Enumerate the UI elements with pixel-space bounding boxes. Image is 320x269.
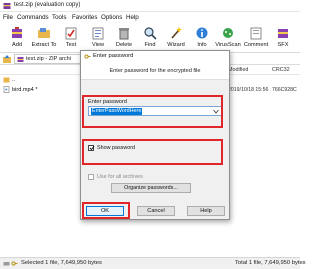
dialog-subtitle: Enter password for the encrypted file (109, 68, 201, 74)
enter-password-dialog: Enter password Enter password for the en… (80, 50, 230, 220)
info-icon (196, 27, 208, 39)
winrar-app-icon (3, 3, 11, 9)
folder-icon (3, 77, 10, 83)
menu-favorites[interactable]: Favorites (72, 14, 97, 21)
video-file-icon (3, 86, 10, 93)
up-folder-icon[interactable] (2, 54, 12, 64)
menu-help[interactable]: Help (126, 14, 139, 21)
highlight-show-password (82, 139, 223, 165)
comment-icon (250, 27, 262, 40)
dialog-header: Enter password for the encrypted file (81, 62, 229, 80)
key-icon (84, 54, 91, 59)
delete-icon (119, 28, 129, 40)
row-modified: 2019/10/18 15:56 (228, 87, 269, 93)
row-name: .. (12, 77, 16, 83)
organize-passwords-button[interactable]: Organize passwords... (111, 183, 191, 193)
row-crc32: 766C928C (272, 87, 297, 93)
dialog-title-bar[interactable]: Enter password (81, 51, 229, 62)
find-icon (144, 27, 157, 40)
dialog-title: Enter password (93, 53, 134, 59)
menu-commands[interactable]: Commands (17, 14, 49, 21)
highlight-password-field (82, 95, 223, 128)
view-icon (92, 27, 104, 40)
column-modified[interactable]: Modified (228, 67, 248, 73)
menu-options[interactable]: Options (101, 14, 122, 21)
checkbox-box[interactable] (88, 174, 94, 180)
test-icon (65, 27, 77, 40)
archive-icon (17, 57, 24, 62)
menu-file[interactable]: File (3, 14, 13, 21)
extract-icon (38, 28, 50, 38)
menu-tools[interactable]: Tools (52, 14, 66, 21)
key-icon (11, 261, 18, 266)
drive-icon (3, 262, 10, 266)
toolbar: Add Extract To Test View Delete Find Wiz… (0, 23, 300, 53)
virusscan-button[interactable]: VirusScan (215, 25, 241, 51)
column-crc32[interactable]: CRC32 (272, 67, 290, 73)
add-icon (12, 27, 22, 38)
sfx-button[interactable]: SFX (270, 25, 296, 51)
cancel-button[interactable]: Cancel (137, 206, 175, 216)
path-field[interactable]: test.zip - ZIP archi (14, 54, 84, 64)
path-text: test.zip - ZIP archi (26, 56, 71, 62)
sfx-label: SFX (277, 42, 289, 48)
title-bar: test.zip (evaluation copy) (0, 0, 300, 12)
status-total: Total 1 file, 7,649,950 bytes (235, 260, 306, 266)
status-selected: Selected 1 file, 7,649,950 bytes (21, 260, 102, 266)
virusscan-icon (223, 28, 233, 38)
wizard-icon (171, 27, 182, 39)
sfx-icon (278, 29, 288, 38)
status-bar: Selected 1 file, 7,649,950 bytes Total 1… (0, 257, 306, 269)
row-name: bird.mp4 * (12, 87, 38, 93)
use-for-all-label: Use for all archives (97, 174, 143, 180)
window-title: test.zip (evaluation copy) (14, 2, 81, 8)
highlight-ok-button (82, 202, 130, 219)
help-button[interactable]: Help (187, 206, 225, 216)
menu-bar: File Commands Tools Favorites Options He… (0, 12, 300, 23)
